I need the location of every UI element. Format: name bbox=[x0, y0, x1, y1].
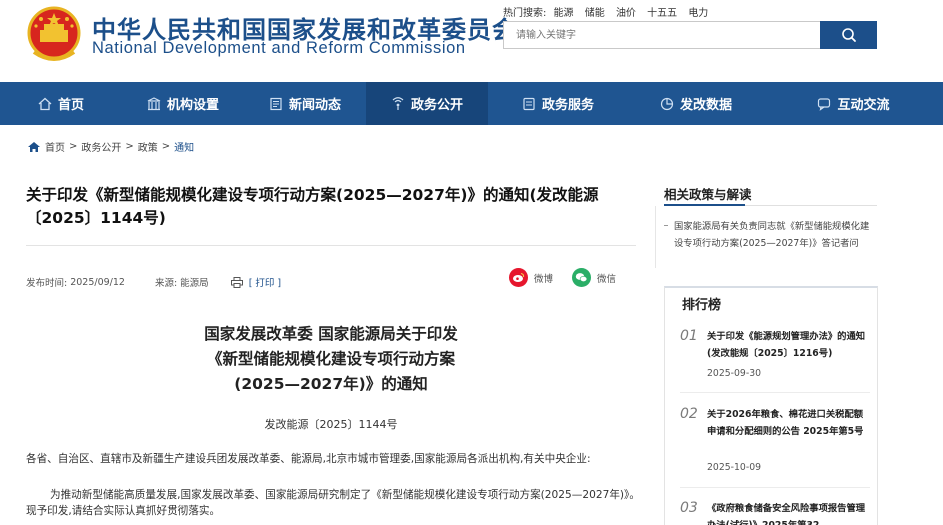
breadcrumb: 首页 > 政务公开 > 政策 > 通知 bbox=[27, 139, 194, 154]
document-heading-line: 国家发展改革委 国家能源局关于印发 bbox=[204, 325, 458, 343]
document-heading-line: 《新型储能规模化建设专项行动方案 bbox=[206, 350, 455, 368]
publish-label: 发布时间: bbox=[26, 278, 68, 289]
nav-label: 政务服务 bbox=[541, 98, 594, 113]
news-icon bbox=[270, 97, 282, 110]
section-underline bbox=[664, 204, 745, 206]
breadcrumb-separator: > bbox=[161, 141, 171, 152]
home-icon bbox=[38, 97, 52, 110]
body-paragraph: 为推动新型储能高质量发展,国家发展改革委、国家能源局研究制定了《新型储能规模化建… bbox=[26, 489, 640, 517]
nav-label: 首页 bbox=[57, 98, 84, 113]
print-button[interactable]: [ 打印 ] bbox=[230, 275, 282, 289]
document-heading-line: (2025—2027年)》的通知 bbox=[234, 375, 428, 393]
search-button[interactable] bbox=[820, 21, 877, 49]
wechat-icon bbox=[572, 268, 591, 287]
ranking-item-title[interactable]: 关于印发《能源规划管理办法》的通知(发改能规〔2025〕1216号) bbox=[707, 328, 870, 362]
breadcrumb-separator: > bbox=[125, 141, 134, 152]
ranking-item-title[interactable]: 《政府粮食储备安全风险事项报告管理办法(试行)》2025年第32 bbox=[707, 500, 870, 525]
ranking-number: 01 bbox=[680, 328, 698, 344]
related-section-title: 相关政策与解读 bbox=[664, 187, 752, 202]
nav-item-home[interactable]: 首页 bbox=[0, 82, 122, 125]
ranking-item-title[interactable]: 关于2026年粮食、棉花进口关税配额申请和分配细则的公告 2025年第5号 bbox=[707, 406, 870, 440]
main-nav: 首页 机构设置 新闻动态 政务公开 政务服务 发改数据 互动交流 bbox=[0, 82, 943, 125]
hot-search: 热门搜索: 能源 储能 油价 十五五 电力 bbox=[503, 4, 716, 19]
divider bbox=[655, 206, 656, 268]
share-wechat-label: 微信 bbox=[597, 273, 617, 285]
site-name-en[interactable]: National Development and Reform Commissi… bbox=[92, 39, 466, 58]
chat-icon bbox=[818, 97, 831, 111]
body-paragraph: 各省、自治区、直辖市及新疆生产建设兵团发展改革委、能源局,北京市城市管理委,国家… bbox=[26, 453, 591, 465]
search-icon bbox=[841, 28, 856, 42]
divider bbox=[680, 392, 870, 393]
nav-label: 政务公开 bbox=[410, 98, 463, 113]
hot-search-term[interactable]: 油价 bbox=[616, 8, 636, 19]
breadcrumb-item-home[interactable]: 首页 bbox=[45, 139, 65, 154]
hot-search-term[interactable]: 电力 bbox=[688, 8, 708, 19]
document-number: 发改能源〔2025〕1144号 bbox=[264, 418, 398, 431]
ranking-number: 03 bbox=[680, 500, 698, 516]
nav-item-interaction[interactable]: 互动交流 bbox=[764, 82, 943, 125]
article-title: 关于印发《新型储能规模化建设专项行动方案(2025—2027年)》的通知(发改能… bbox=[26, 186, 599, 227]
site-header: 中华人民共和国国家发展和改革委员会 National Development a… bbox=[0, 0, 943, 82]
nav-item-organization[interactable]: 机构设置 bbox=[122, 82, 244, 125]
national-emblem-icon[interactable] bbox=[26, 6, 82, 64]
pie-chart-icon bbox=[660, 97, 674, 110]
nav-item-news[interactable]: 新闻动态 bbox=[244, 82, 366, 125]
ranking-title: 排行榜 bbox=[682, 298, 722, 313]
printer-icon bbox=[230, 276, 243, 288]
building-icon bbox=[147, 96, 161, 110]
divider bbox=[26, 245, 636, 246]
source-label: 来源: bbox=[154, 278, 178, 289]
ranking-item-date: 2025-09-30 bbox=[707, 368, 762, 379]
divider bbox=[680, 487, 870, 488]
broadcast-icon bbox=[392, 96, 404, 110]
ranking-item-date: 2025-10-09 bbox=[707, 462, 762, 473]
service-icon bbox=[523, 97, 535, 110]
nav-label: 新闻动态 bbox=[288, 98, 341, 113]
hot-search-term[interactable]: 能源 bbox=[554, 8, 574, 19]
hot-search-term[interactable]: 储能 bbox=[585, 8, 605, 19]
nav-label: 发改数据 bbox=[679, 98, 732, 113]
breadcrumb-item-gov-affairs[interactable]: 政务公开 bbox=[81, 139, 121, 154]
search-box bbox=[503, 21, 821, 49]
hot-search-label: 热门搜索: bbox=[503, 8, 547, 19]
document-heading: 国家发展改革委 国家能源局关于印发 《新型储能规模化建设专项行动方案 (2025… bbox=[26, 322, 636, 397]
breadcrumb-current[interactable]: 通知 bbox=[174, 139, 194, 154]
breadcrumb-item-policy[interactable]: 政策 bbox=[138, 139, 158, 154]
share-weibo-button[interactable]: 微博 bbox=[509, 268, 553, 287]
nav-item-gov-services[interactable]: 政务服务 bbox=[488, 82, 628, 125]
nav-item-gov-affairs[interactable]: 政务公开 bbox=[366, 82, 488, 125]
search-input[interactable] bbox=[504, 22, 820, 48]
weibo-icon bbox=[509, 268, 528, 287]
ranking-number: 02 bbox=[680, 406, 698, 422]
nav-label: 机构设置 bbox=[166, 98, 219, 113]
share-wechat-button[interactable]: 微信 bbox=[572, 268, 616, 287]
nav-item-data[interactable]: 发改数据 bbox=[628, 82, 764, 125]
publish-date: 2025/09/12 bbox=[70, 276, 125, 288]
source-value: 能源局 bbox=[180, 278, 209, 289]
share-weibo-label: 微博 bbox=[534, 273, 554, 285]
related-item[interactable]: 国家能源局有关负责同志就《新型储能规模化建设专项行动方案(2025—2027年)… bbox=[664, 218, 877, 252]
home-icon bbox=[28, 141, 40, 152]
article-meta: 发布时间: 2025/09/12 来源: 能源局 [ 打印 ] bbox=[26, 275, 281, 289]
print-label: [ 打印 ] bbox=[248, 278, 282, 289]
nav-label: 互动交流 bbox=[837, 98, 890, 113]
hot-search-term[interactable]: 十五五 bbox=[647, 8, 677, 19]
breadcrumb-separator: > bbox=[69, 141, 78, 152]
